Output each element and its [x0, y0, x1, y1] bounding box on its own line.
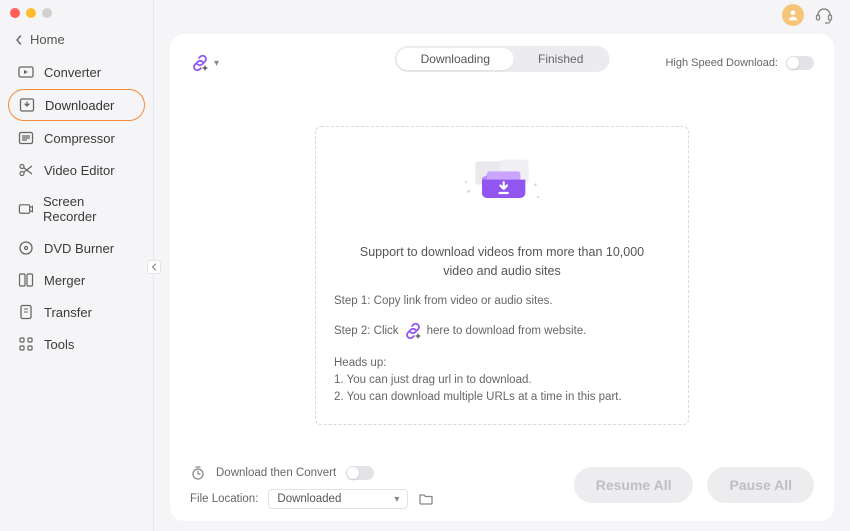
sidebar-item-label: Transfer	[44, 305, 92, 320]
paste-link-button[interactable]: ▾	[190, 53, 219, 73]
minimize-window-icon[interactable]	[26, 8, 36, 18]
download-illustration	[334, 151, 670, 225]
high-speed-download: High Speed Download:	[665, 56, 814, 70]
sidebar-item-label: Video Editor	[44, 163, 115, 178]
avatar[interactable]	[782, 4, 804, 26]
close-window-icon[interactable]	[10, 8, 20, 18]
heads-up-line-1: 1. You can just drag url in to download.	[334, 372, 670, 389]
sidebar-item-label: Tools	[44, 337, 74, 352]
screen-recorder-icon	[18, 201, 33, 217]
location-value: Downloaded	[277, 493, 341, 505]
segmented-tabs: Downloading Finished	[395, 46, 610, 72]
tools-icon	[18, 336, 34, 352]
tab-finished[interactable]: Finished	[514, 48, 607, 70]
step-1: Step 1: Copy link from video or audio si…	[334, 295, 670, 307]
sidebar-item-label: Converter	[44, 65, 101, 80]
sidebar-item-merger[interactable]: Merger	[8, 265, 145, 295]
home-button[interactable]: Home	[0, 26, 153, 57]
convert-label: Download then Convert	[216, 467, 336, 479]
timer-icon	[190, 465, 206, 481]
content-card: ▾ High Speed Download: Downloading Finis…	[170, 34, 834, 521]
chevron-down-icon: ▾	[214, 58, 219, 69]
topbar	[154, 0, 850, 30]
drop-title: Support to download videos from more tha…	[334, 243, 670, 295]
footer-buttons: Resume All Pause All	[574, 467, 814, 503]
sidebar-item-video-editor[interactable]: Video Editor	[8, 155, 145, 185]
sidebar-item-screen-recorder[interactable]: Screen Recorder	[8, 187, 145, 231]
window-controls	[0, 0, 153, 26]
heads-up-title: Heads up:	[334, 355, 670, 372]
compressor-icon	[18, 130, 34, 146]
resume-all-button[interactable]: Resume All	[574, 467, 694, 503]
sidebar-item-label: Merger	[44, 273, 85, 288]
step-2-suffix: here to download from website.	[427, 325, 587, 337]
sidebar-item-label: Downloader	[45, 98, 114, 113]
drop-area[interactable]: Support to download videos from more tha…	[315, 126, 689, 425]
converter-icon	[18, 64, 34, 80]
sidebar: Home Converter Downloader Compressor Vid…	[0, 0, 154, 531]
chevron-left-icon	[14, 35, 24, 45]
heads-up: Heads up: 1. You can just drag url in to…	[334, 355, 670, 407]
sidebar-item-dvd-burner[interactable]: DVD Burner	[8, 233, 145, 263]
transfer-icon	[18, 304, 34, 320]
link-plus-icon	[190, 53, 210, 73]
sidebar-item-compressor[interactable]: Compressor	[8, 123, 145, 153]
tab-downloading[interactable]: Downloading	[397, 48, 514, 70]
sidebar-item-label: Screen Recorder	[43, 194, 135, 224]
sidebar-item-converter[interactable]: Converter	[8, 57, 145, 87]
pause-all-button[interactable]: Pause All	[707, 467, 814, 503]
sidebar-item-transfer[interactable]: Transfer	[8, 297, 145, 327]
headset-icon[interactable]	[814, 5, 834, 25]
steps: Step 1: Copy link from video or audio si…	[334, 295, 670, 341]
convert-toggle[interactable]	[346, 466, 374, 480]
sidebar-item-label: DVD Burner	[44, 241, 114, 256]
sidebar-item-label: Compressor	[44, 131, 115, 146]
location-label: File Location:	[190, 493, 258, 505]
link-plus-icon[interactable]	[403, 321, 423, 341]
high-speed-label: High Speed Download:	[665, 57, 778, 69]
high-speed-toggle[interactable]	[786, 56, 814, 70]
scissors-icon	[18, 162, 34, 178]
user-icon	[786, 8, 800, 22]
chevron-down-icon: ▾	[394, 494, 399, 505]
main-area: ▾ High Speed Download: Downloading Finis…	[154, 0, 850, 531]
heads-up-line-2: 2. You can download multiple URLs at a t…	[334, 389, 670, 406]
maximize-window-icon[interactable]	[42, 8, 52, 18]
step-2: Step 2: Click here to download from webs…	[334, 321, 670, 341]
sidebar-item-tools[interactable]: Tools	[8, 329, 145, 359]
location-select[interactable]: Downloaded ▾	[268, 489, 408, 509]
merger-icon	[18, 272, 34, 288]
home-label: Home	[30, 32, 65, 47]
step-2-prefix: Step 2: Click	[334, 325, 399, 337]
open-folder-icon[interactable]	[418, 491, 434, 507]
downloader-icon	[19, 97, 35, 113]
disc-icon	[18, 240, 34, 256]
nav-list: Converter Downloader Compressor Video Ed…	[0, 57, 153, 359]
sidebar-item-downloader[interactable]: Downloader	[8, 89, 145, 121]
